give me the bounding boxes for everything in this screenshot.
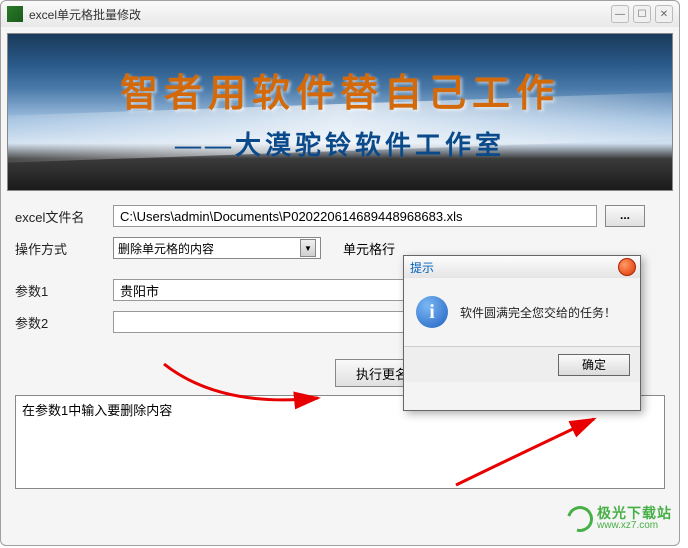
banner: 智者用软件替自己工作 ——大漠驼铃软件工作室 xyxy=(7,33,673,191)
param2-label: 参数2 xyxy=(15,313,113,332)
browse-button[interactable]: ... xyxy=(605,205,645,227)
minimize-button[interactable]: — xyxy=(611,5,629,23)
param2-input[interactable] xyxy=(113,311,413,333)
mode-select[interactable]: 删除单元格的内容 ▼ xyxy=(113,237,321,259)
file-label: excel文件名 xyxy=(15,207,113,226)
message-dialog: 提示 i 软件圆满完全您交给的任务！ 确定 xyxy=(403,255,641,411)
window-controls: — ☐ ✕ xyxy=(611,5,673,23)
watermark-logo-icon xyxy=(562,501,598,537)
banner-title: 智者用软件替自己工作 xyxy=(120,62,560,117)
dialog-message: 软件圆满完全您交给的任务！ xyxy=(460,304,616,321)
dialog-title: 提示 xyxy=(404,256,640,278)
watermark-url: www.xz7.com xyxy=(597,521,672,532)
file-path-input[interactable] xyxy=(113,205,597,227)
close-button[interactable]: ✕ xyxy=(655,5,673,23)
watermark-name: 极光下载站 xyxy=(597,506,672,521)
app-icon xyxy=(7,6,23,22)
dialog-body: i 软件圆满完全您交给的任务！ xyxy=(404,278,640,346)
mode-select-value: 删除单元格的内容 xyxy=(118,240,214,257)
cell-row-label: 单元格行 xyxy=(343,239,395,258)
chevron-down-icon: ▼ xyxy=(300,239,316,257)
dialog-close-button[interactable] xyxy=(618,258,636,276)
window-title: excel单元格批量修改 xyxy=(29,6,611,23)
titlebar: excel单元格批量修改 — ☐ ✕ xyxy=(1,1,679,27)
mode-label: 操作方式 xyxy=(15,239,113,258)
dialog-footer: 确定 xyxy=(404,346,640,382)
watermark: 极光下载站 www.xz7.com xyxy=(567,506,672,532)
info-icon: i xyxy=(416,296,448,328)
log-text: 在参数1中输入要删除内容 xyxy=(22,403,172,418)
banner-subtitle: ——大漠驼铃软件工作室 xyxy=(175,125,505,162)
param1-label: 参数1 xyxy=(15,281,113,300)
ok-button[interactable]: 确定 xyxy=(558,354,630,376)
param1-input[interactable] xyxy=(113,279,413,301)
maximize-button[interactable]: ☐ xyxy=(633,5,651,23)
